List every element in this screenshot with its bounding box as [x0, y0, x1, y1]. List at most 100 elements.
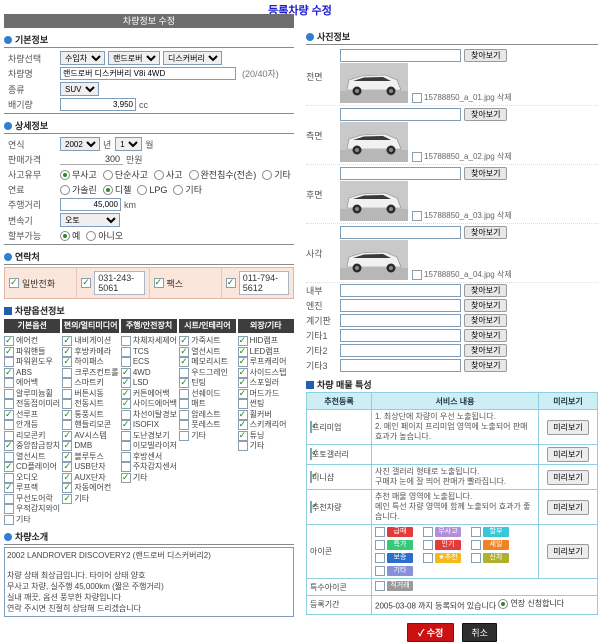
browse-button[interactable]: 찾아보기 — [464, 299, 507, 312]
radio-icon[interactable] — [60, 185, 70, 195]
car-select[interactable]: 디스커버리 — [163, 51, 222, 65]
option-checkbox-item[interactable]: 이모빌라이저 — [121, 441, 177, 452]
checkbox-icon[interactable] — [62, 410, 72, 420]
icon-badge-option[interactable]: ★추천 — [423, 553, 461, 563]
checkbox-icon[interactable] — [412, 211, 422, 221]
checkbox-icon[interactable] — [238, 399, 248, 409]
option-checkbox-item[interactable]: 안개등 — [4, 420, 60, 431]
radio-icon[interactable] — [154, 170, 164, 180]
checkbox-icon[interactable] — [4, 494, 14, 504]
preview-button[interactable]: 미리보기 — [547, 447, 588, 462]
photo-file-input[interactable] — [340, 359, 461, 372]
option-checkbox-item[interactable]: 매트 — [179, 399, 235, 410]
option-checkbox-item[interactable]: 파워핸들 — [4, 347, 60, 358]
radio-icon[interactable] — [137, 185, 147, 195]
car-select[interactable]: 랜드로버 — [108, 51, 160, 65]
checkbox-icon[interactable] — [238, 410, 248, 420]
checkbox-icon[interactable] — [4, 441, 14, 451]
browse-button[interactable]: 찾아보기 — [464, 108, 507, 121]
checkbox-icon[interactable] — [4, 378, 14, 388]
photo-file-input[interactable] — [340, 108, 461, 121]
option-checkbox-item[interactable]: 크루즈컨트롤 — [62, 368, 118, 379]
checkbox-icon[interactable] — [423, 553, 433, 563]
description-textarea[interactable]: 2002 LANDROVER DISCOVERY2 (랜드로버 디스커버리2) … — [4, 547, 294, 617]
option-checkbox-item[interactable]: 틴팅 — [179, 378, 235, 389]
photo-delete-option[interactable]: 15788850_a_03.jpg 삭제 — [412, 210, 512, 221]
option-checkbox-item[interactable]: 머드가드 — [238, 389, 294, 400]
feature-toggle[interactable]: 프리미엄 — [307, 410, 372, 445]
checkbox-icon[interactable] — [238, 378, 248, 388]
radio-option[interactable]: LPG — [137, 185, 167, 195]
feature-toggle[interactable]: 미니샵 — [307, 465, 372, 490]
checkbox-icon[interactable] — [238, 336, 248, 346]
icon-badge-option[interactable]: 무사고 — [423, 527, 461, 537]
option-checkbox-item[interactable]: 기타 — [121, 473, 177, 484]
radio-option[interactable]: 완전침수(전손) — [189, 168, 257, 181]
checkbox-icon[interactable] — [375, 566, 385, 576]
option-checkbox-item[interactable]: 파워윈도우 — [4, 357, 60, 368]
checkbox-icon[interactable] — [310, 448, 312, 460]
option-checkbox-item[interactable]: 무선도어락 — [4, 494, 60, 505]
radio-icon[interactable] — [60, 170, 70, 180]
checkbox-icon[interactable] — [154, 278, 164, 288]
checkbox-icon[interactable] — [121, 410, 131, 420]
radio-option[interactable]: 기타 — [173, 183, 202, 196]
checkbox-icon[interactable] — [121, 431, 131, 441]
option-checkbox-item[interactable]: CD플레이어 — [4, 462, 60, 473]
checkbox-icon[interactable] — [4, 368, 14, 378]
checkbox-icon[interactable] — [62, 347, 72, 357]
preview-button[interactable]: 미리보기 — [547, 470, 588, 485]
submit-button[interactable]: ✓ 수정 — [407, 623, 454, 642]
checkbox-icon[interactable] — [121, 462, 131, 472]
option-checkbox-item[interactable]: 선쉐이드 — [179, 389, 235, 400]
browse-button[interactable]: 찾아보기 — [464, 284, 507, 297]
period-extend-option[interactable]: 연장 신청합니다 — [498, 598, 564, 609]
checkbox-icon[interactable] — [310, 501, 312, 513]
option-checkbox-item[interactable]: 하이패스 — [62, 357, 118, 368]
option-checkbox-item[interactable]: 우드그레인 — [179, 368, 235, 379]
checkbox-icon[interactable] — [121, 399, 131, 409]
option-checkbox-item[interactable]: 기타 — [238, 441, 294, 452]
photo-file-input[interactable] — [340, 329, 461, 342]
option-checkbox-item[interactable]: 후방카메라 — [62, 347, 118, 358]
mileage-input[interactable] — [60, 198, 121, 211]
photo-delete-option[interactable]: 15788850_a_01.jpg 삭제 — [412, 92, 512, 103]
option-checkbox-item[interactable]: 4WD — [121, 368, 177, 379]
year-select[interactable]: 2002 — [60, 137, 100, 151]
option-checkbox-item[interactable]: 자동에어컨 — [62, 483, 118, 494]
option-checkbox-item[interactable]: 커튼에어백 — [121, 389, 177, 400]
option-checkbox-item[interactable]: 전동접이미러 — [4, 399, 60, 410]
option-checkbox-item[interactable]: HID램프 — [238, 336, 294, 347]
checkbox-icon[interactable] — [412, 152, 422, 162]
checkbox-icon[interactable] — [179, 357, 189, 367]
checkbox-icon[interactable] — [412, 93, 422, 103]
checkbox-icon[interactable] — [121, 389, 131, 399]
checkbox-icon[interactable] — [238, 431, 248, 441]
option-checkbox-item[interactable]: 기타 — [179, 431, 235, 442]
radio-option[interactable]: 아니오 — [86, 229, 123, 242]
checkbox-icon[interactable] — [9, 278, 19, 288]
checkbox-icon[interactable] — [62, 431, 72, 441]
option-checkbox-item[interactable]: 우적감지와이퍼 — [4, 504, 60, 515]
checkbox-icon[interactable] — [375, 527, 385, 537]
option-checkbox-item[interactable]: ECS — [121, 357, 177, 368]
checkbox-icon[interactable] — [62, 483, 72, 493]
checkbox-icon[interactable] — [179, 431, 189, 441]
checkbox-icon[interactable] — [62, 452, 72, 462]
preview-button[interactable]: 미리보기 — [547, 544, 588, 559]
special-icon-option[interactable]: 직거래 — [375, 581, 413, 591]
checkbox-icon[interactable] — [238, 347, 248, 357]
displacement-input[interactable] — [60, 98, 136, 111]
checkbox-icon[interactable] — [121, 420, 131, 430]
checkbox-icon[interactable] — [310, 421, 312, 433]
icon-badge-option[interactable]: 세일 — [471, 540, 509, 550]
option-checkbox-item[interactable]: USB단자 — [62, 462, 118, 473]
checkbox-icon[interactable] — [62, 378, 72, 388]
feature-toggle[interactable]: 추천차량 — [307, 490, 372, 525]
option-checkbox-item[interactable]: 썬팅 — [238, 399, 294, 410]
option-checkbox-item[interactable]: 루프랙 — [4, 483, 60, 494]
option-checkbox-item[interactable]: AV시스템 — [62, 431, 118, 442]
checkbox-icon[interactable] — [4, 420, 14, 430]
checkbox-icon[interactable] — [121, 368, 131, 378]
checkbox-icon[interactable] — [62, 389, 72, 399]
